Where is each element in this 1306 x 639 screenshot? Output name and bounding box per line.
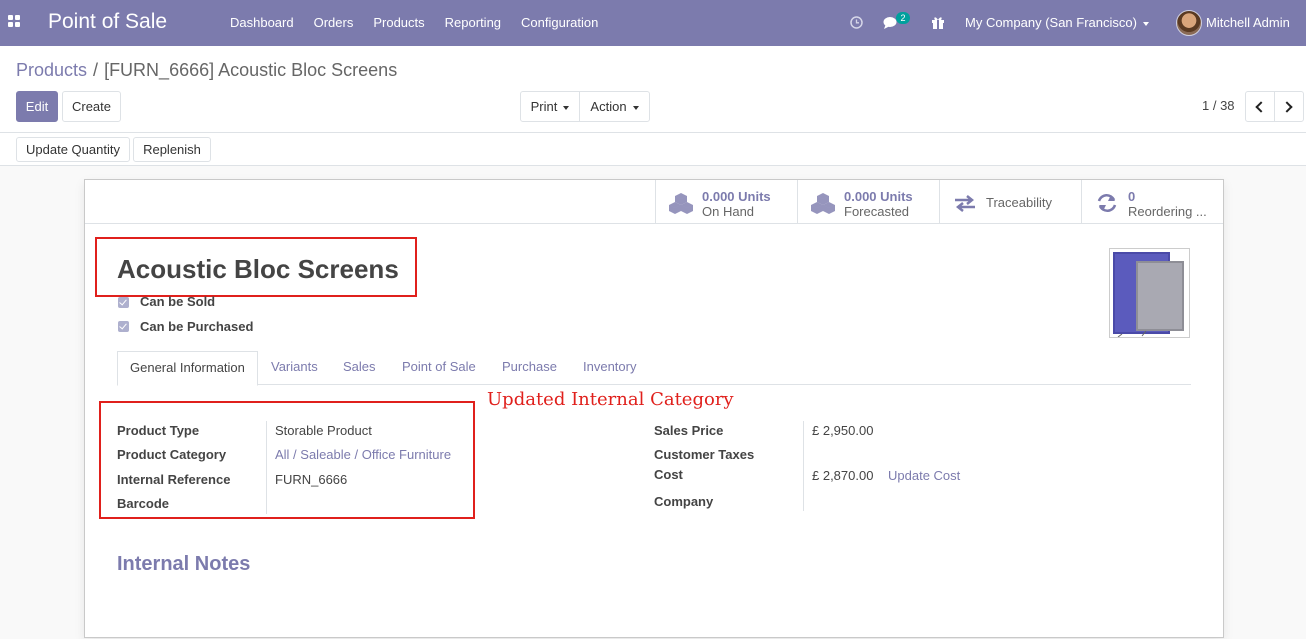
menu-orders[interactable]: Orders [304, 0, 364, 46]
can-be-sold-label: Can be Sold [140, 294, 216, 309]
stat-traceability[interactable]: Traceability [939, 180, 1081, 224]
reordering-label: Reordering ... [1128, 204, 1207, 219]
stat-on-hand[interactable]: 0.000 Units On Hand [655, 180, 797, 224]
exchange-icon [955, 195, 975, 212]
create-button[interactable]: Create [62, 91, 121, 122]
stat-forecasted[interactable]: 0.000 Units Forecasted [797, 180, 939, 224]
chevron-down-icon [1142, 21, 1149, 26]
pager-next-button[interactable] [1274, 91, 1304, 122]
chevron-down-icon [563, 105, 570, 110]
on-hand-value: 0.000 Units [702, 189, 771, 204]
menu-products[interactable]: Products [363, 0, 434, 46]
app-brand[interactable]: Point of Sale [48, 10, 167, 34]
tab-variants[interactable]: Variants [271, 351, 318, 385]
internal-reference-value[interactable]: FURN_6666 [275, 472, 347, 487]
menu-reporting[interactable]: Reporting [435, 0, 511, 46]
user-menu[interactable]: Mitchell Admin [1206, 0, 1290, 46]
action-label: Action [590, 99, 627, 114]
tab-general-information[interactable]: General Information [117, 351, 258, 386]
sales-price-value[interactable]: £ 2,950.00 [812, 423, 873, 438]
sales-price-label: Sales Price [654, 423, 724, 438]
update-quantity-button[interactable]: Update Quantity [16, 137, 130, 162]
cost-label: Cost [654, 467, 683, 482]
activity-clock-icon[interactable] [850, 16, 863, 29]
breadcrumb-products[interactable]: Products [16, 60, 87, 80]
breadcrumb: Products / [FURN_6666] Acoustic Bloc Scree… [16, 60, 397, 81]
update-cost-link[interactable]: Update Cost [888, 468, 960, 483]
product-category-value[interactable]: All / Saleable / Office Furniture [275, 447, 451, 462]
chevron-down-icon [632, 105, 639, 110]
forecasted-value: 0.000 Units [844, 189, 913, 204]
annotation-text: Updated Internal Category [487, 389, 734, 410]
company-switcher[interactable]: My Company (San Francisco) [965, 0, 1149, 46]
product-image[interactable] [1109, 248, 1190, 338]
traceability-label: Traceability [986, 195, 1052, 210]
can-be-purchased-label: Can be Purchased [140, 319, 254, 334]
product-name: Acoustic Bloc Screens [117, 254, 399, 284]
tab-inventory[interactable]: Inventory [583, 351, 636, 385]
chevron-left-icon [1255, 101, 1267, 113]
internal-notes-heading: Internal Notes [117, 553, 251, 575]
form-sheet: 0.000 Units On Hand 0.000 Units Forecast… [84, 179, 1224, 638]
messages-badge: 2 [896, 12, 910, 24]
on-hand-label: On Hand [702, 204, 755, 219]
tab-point-of-sale[interactable]: Point of Sale [402, 351, 476, 385]
can-be-purchased-checkbox[interactable] [118, 321, 129, 332]
barcode-label: Barcode [117, 496, 170, 511]
replenish-button[interactable]: Replenish [133, 137, 211, 162]
breadcrumb-current: [FURN_6666] Acoustic Bloc Screens [104, 60, 398, 80]
product-type-value[interactable]: Storable Product [275, 423, 372, 438]
menu-configuration[interactable]: Configuration [511, 0, 608, 46]
product-category-label: Product Category [117, 447, 227, 462]
pager-previous-button[interactable] [1245, 91, 1275, 122]
menu-dashboard[interactable]: Dashboard [220, 0, 304, 46]
company-name: My Company (San Francisco) [965, 15, 1137, 30]
stat-reordering[interactable]: 0 Reordering ... [1081, 180, 1223, 224]
field-divider [803, 421, 804, 511]
print-label: Print [530, 99, 558, 114]
customer-taxes-label: Customer Taxes [654, 447, 755, 462]
print-dropdown[interactable]: Print [520, 91, 580, 122]
top-navbar: Point of Sale Dashboard Orders Products … [0, 0, 1306, 46]
cost-value[interactable]: £ 2,870.00 [812, 468, 873, 483]
reordering-value: 0 [1128, 189, 1136, 204]
main-menu: Dashboard Orders Products Reporting Conf… [220, 0, 608, 46]
control-panel: Products / [FURN_6666] Acoustic Bloc Scree… [0, 46, 1306, 166]
cubes-icon [669, 193, 693, 214]
tab-purchase[interactable]: Purchase [502, 351, 557, 385]
product-type-label: Product Type [117, 423, 200, 438]
refresh-icon [1097, 194, 1117, 212]
apps-menu-icon[interactable] [8, 13, 24, 31]
chevron-right-icon [1281, 101, 1293, 113]
can-be-sold-checkbox[interactable] [118, 297, 129, 308]
breadcrumb-separator: / [93, 60, 99, 80]
control-panel-divider [0, 132, 1306, 133]
edit-button[interactable]: Edit [16, 91, 58, 122]
gift-icon[interactable] [931, 15, 945, 29]
acoustic-screen-image [1113, 252, 1184, 338]
user-avatar[interactable] [1176, 10, 1202, 36]
cubes-icon [811, 193, 835, 214]
internal-reference-label: Internal Reference [117, 472, 231, 487]
company-label: Company [654, 494, 714, 509]
field-divider [266, 421, 267, 514]
notebook-tabs: General Information Variants Sales Point… [117, 351, 1191, 386]
action-dropdown[interactable]: Action [579, 91, 650, 122]
pager-value[interactable]: 1 / 38 [1202, 91, 1235, 121]
forecasted-label: Forecasted [844, 204, 910, 219]
smart-buttons-bar: 0.000 Units On Hand 0.000 Units Forecast… [85, 180, 1223, 224]
tab-sales[interactable]: Sales [343, 351, 376, 385]
